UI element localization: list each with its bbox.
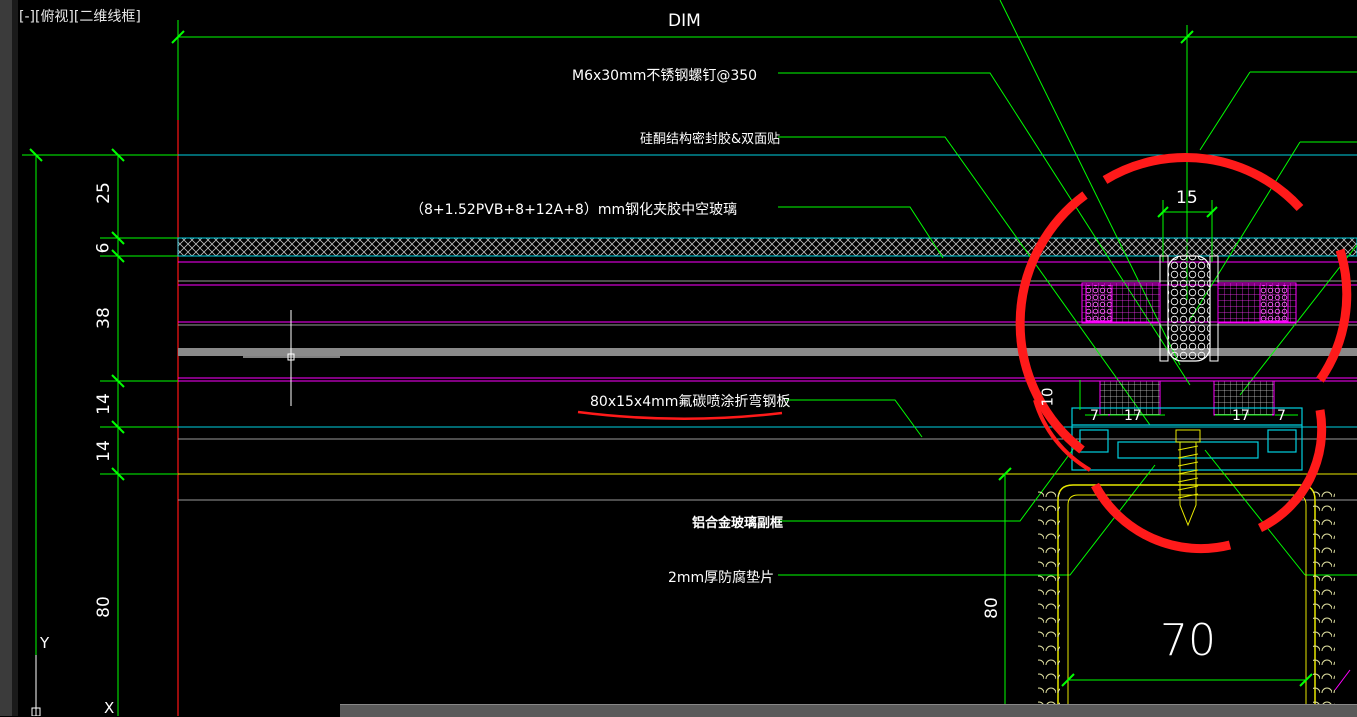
detail-dim-80: 80 <box>981 597 1002 619</box>
detail-dim-70: 70 <box>1160 615 1216 666</box>
sealant-joint <box>1167 255 1211 362</box>
top-dim-label: DIM <box>668 11 701 31</box>
screw <box>1175 429 1201 443</box>
left-dim-25: 25 <box>93 182 114 204</box>
detail-dim-10: 10 <box>1038 387 1057 407</box>
callout-frame: 铝合金玻璃副框 <box>692 516 784 531</box>
detail-dim-7a: 7 <box>1090 408 1099 424</box>
drawing-svg <box>22 0 1357 716</box>
ucs-x-label: X <box>104 699 115 717</box>
callout-steel-plate: 80x15x4mm氟碳喷涂折弯钢板 <box>590 394 791 410</box>
left-dim-14a: 14 <box>93 393 114 415</box>
detail-dim-17a: 17 <box>1124 408 1142 424</box>
detail-dim-15: 15 <box>1176 188 1198 208</box>
ucs-icon <box>31 655 41 716</box>
callout-glass: （8+1.52PVB+8+12A+8）mm钢化夹胶中空玻璃 <box>410 202 738 218</box>
command-line-bar[interactable] <box>340 704 1357 717</box>
callout-screw: M6x30mm不锈钢螺钉@350 <box>572 68 758 84</box>
cad-drawing-canvas[interactable]: [-][俯视][二维线框] DIM M6x30mm不锈钢螺钉@350 硅酮结构密… <box>0 0 1357 717</box>
callout-gasket: 2mm厚防腐垫片 <box>668 570 775 586</box>
left-dim-6: 6 <box>93 242 114 254</box>
left-dim-80: 80 <box>93 596 114 618</box>
left-dim-14b: 14 <box>93 440 114 462</box>
callout-sealant: 硅酮结构密封胶&双面贴 <box>640 132 781 147</box>
ucs-y-label: Y <box>40 634 50 652</box>
glass-hatch-band <box>177 237 1357 257</box>
left-dim-38: 38 <box>93 307 114 329</box>
detail-dim-7b: 7 <box>1277 408 1286 424</box>
viewport-label[interactable]: [-][俯视][二维线框] <box>19 6 141 26</box>
crosshair-cursor-icon <box>243 310 340 406</box>
detail-dim-17b: 17 <box>1232 408 1250 424</box>
red-underline <box>577 410 783 421</box>
